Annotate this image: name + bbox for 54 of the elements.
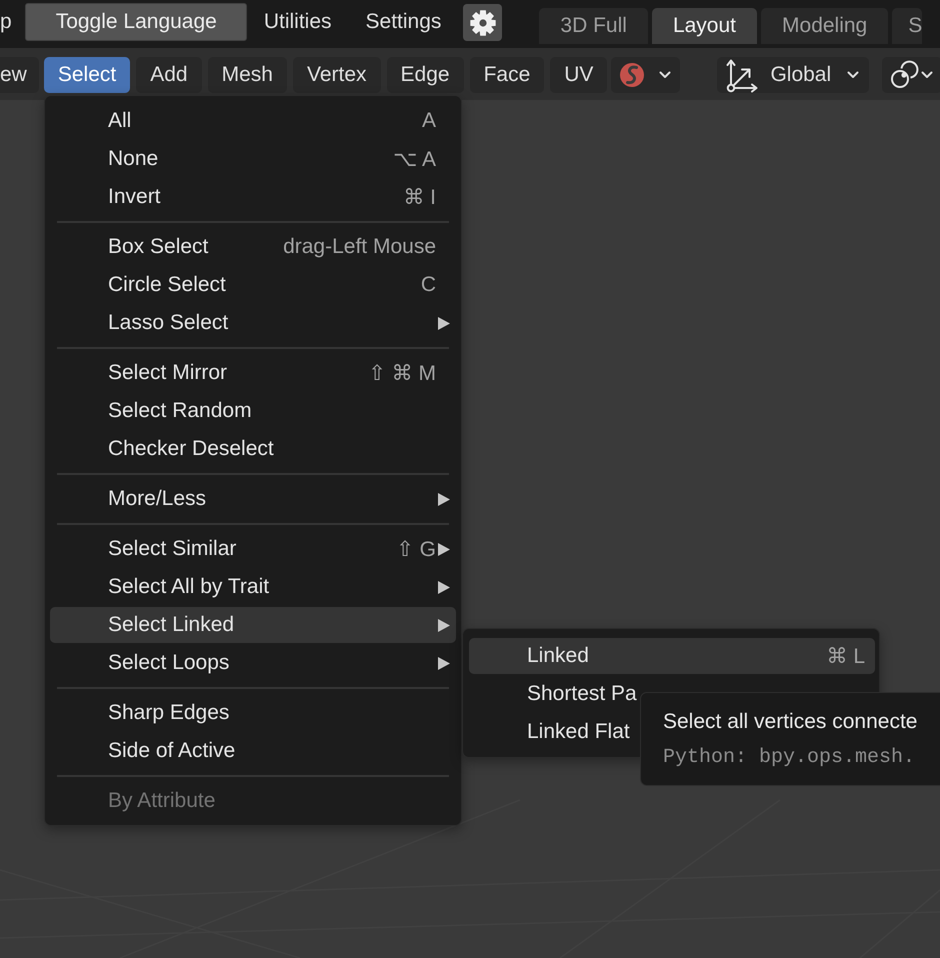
menu-item[interactable]: Sharp Edges	[50, 695, 456, 731]
settings-button[interactable]	[463, 4, 502, 41]
menu-item[interactable]: Lasso Select	[50, 305, 456, 341]
tooltip-description: Select all vertices connecte	[663, 709, 918, 735]
ball-dropdown[interactable]	[611, 57, 680, 93]
menu-item[interactable]: Box Select drag-Left Mouse	[50, 229, 456, 265]
shortcut-text: ⇧ ⌘ M	[368, 360, 436, 386]
header-menu-button[interactable]: Select	[44, 57, 130, 93]
python-path-text: Python: bpy.ops.mesh.	[663, 745, 916, 771]
menu-item[interactable]: Checker Deselect	[50, 431, 456, 467]
menu-item[interactable]: Select Similar ⇧ G	[50, 531, 456, 567]
header-menu-button[interactable]: Mesh	[208, 57, 287, 93]
shortcut-text: ⌘ I	[403, 184, 436, 210]
axes-icon	[726, 57, 758, 93]
menu-item[interactable]: Linked ⌘ L	[469, 638, 875, 674]
workspace-tab[interactable]: Modeling	[761, 8, 888, 44]
workspace-tab[interactable]: Layout	[652, 8, 758, 44]
chevron-down-icon	[847, 71, 860, 79]
workspace-tab[interactable]: 3D Full	[539, 8, 648, 44]
menu-item[interactable]: All A	[50, 103, 456, 139]
menu-item[interactable]: Circle Select C	[50, 267, 456, 303]
menu-item[interactable]: Select All by Trait	[50, 569, 456, 605]
ball-icon	[619, 62, 646, 88]
menu-item[interactable]: Select Mirror ⇧ ⌘ M	[50, 355, 456, 391]
shortcut-text: C	[420, 273, 436, 297]
header-menu-button[interactable]: ew	[0, 57, 39, 93]
menu-item[interactable]: More/Less	[50, 481, 456, 517]
menu-item[interactable]: Select Random	[50, 393, 456, 429]
shortcut-text: ⌘ L	[826, 644, 865, 668]
shortcut-text: A	[422, 109, 436, 133]
chevron-down-icon	[921, 71, 934, 79]
header-menu-button[interactable]: Vertex	[292, 57, 381, 93]
menu-button[interactable]: Utilities	[246, 3, 349, 41]
header-menu-button[interactable]: Face	[470, 57, 544, 93]
rings-icon	[889, 60, 920, 90]
header-menu-button[interactable]: Add	[136, 57, 202, 93]
shortcut-text: ⌥ A	[393, 146, 436, 172]
menu-item[interactable]: Invert ⌘ I	[50, 179, 456, 215]
menu-item[interactable]: None ⌥ A	[50, 141, 456, 177]
shortcut-text: drag-Left Mouse	[283, 235, 436, 259]
gear-icon	[470, 10, 496, 36]
workspace-tab[interactable]: S	[892, 8, 922, 44]
header-menu-button[interactable]: Edge	[386, 57, 464, 93]
menu-button[interactable]: p	[0, 3, 25, 41]
menu-item[interactable]: Select Linked	[50, 607, 456, 643]
chevron-down-icon	[659, 71, 672, 79]
menu-item[interactable]: Select Loops	[50, 645, 456, 681]
menu-button[interactable]: Settings	[348, 3, 458, 41]
language-button[interactable]: Toggle Language	[24, 3, 247, 41]
pivot-dropdown[interactable]	[882, 57, 940, 93]
shortcut-text: ⇧ G	[396, 536, 436, 562]
header-menu-button[interactable]: UV	[550, 57, 608, 93]
menu-item[interactable]: Side of Active	[50, 733, 456, 769]
orientation-dropdown[interactable]: Global	[717, 57, 870, 93]
